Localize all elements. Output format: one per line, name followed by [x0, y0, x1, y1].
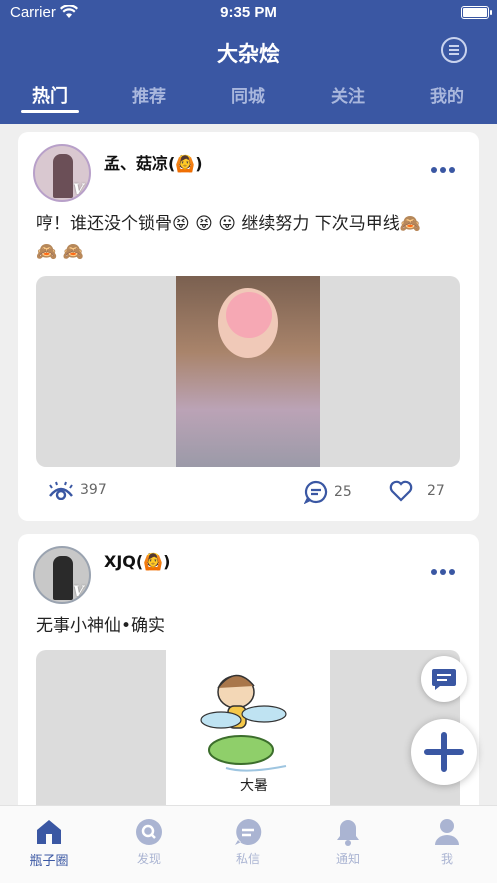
nav-label: 发现 — [136, 852, 161, 866]
nav-messages[interactable]: 私信 — [208, 818, 288, 867]
comment-icon — [304, 480, 328, 504]
avatar[interactable]: V1 — [33, 144, 91, 202]
heart-icon — [389, 480, 413, 502]
like-count: 27 — [427, 483, 445, 499]
active-tab-indicator — [21, 110, 79, 113]
post-text-line: 哼！谁还没个锁骨😝 😝 😛 继续努力 下次马甲线🙈 — [36, 214, 421, 234]
view-count-value: 397 — [80, 482, 107, 498]
nav-label: 通知 — [335, 852, 360, 866]
chat-icon — [235, 818, 262, 845]
view-count: 397 — [48, 480, 107, 500]
tab-hot[interactable]: 热门 — [10, 82, 90, 108]
illustration-image: 大暑 — [166, 650, 330, 830]
search-icon — [136, 819, 162, 845]
nav-label: 我 — [440, 852, 453, 866]
post-text-line: 🙈 🙈 — [36, 242, 84, 262]
tab-recommend[interactable]: 推荐 — [109, 82, 189, 107]
more-options-icon[interactable] — [428, 560, 455, 579]
bottom-nav: 瓶子圈 发现 私信 通知 我 — [0, 805, 497, 883]
create-post-button[interactable] — [411, 719, 477, 785]
post-image[interactable] — [36, 276, 460, 467]
user-icon — [435, 819, 459, 845]
more-options-icon[interactable] — [428, 158, 455, 177]
status-time: 9:35 PM — [220, 4, 277, 21]
status-bar: Carrier 9:35 PM — [0, 0, 497, 26]
post-text-line: 无事小神仙•确实 — [36, 616, 166, 636]
post-image[interactable]: 大暑 — [36, 650, 460, 830]
message-icon — [432, 669, 456, 690]
chat-fab-button[interactable] — [421, 656, 467, 702]
post-card[interactable]: V1 XJQ(🙆) 无事小神仙•确实 大暑 — [18, 534, 479, 830]
vip-badge-icon: V1 — [73, 584, 89, 600]
tab-mine[interactable]: 我的 — [407, 82, 487, 107]
home-icon — [37, 820, 61, 844]
tab-bar: 热门 推荐 同城 关注 我的 — [0, 82, 497, 118]
svg-text:大暑: 大暑 — [240, 778, 268, 794]
nav-bottle-circle[interactable]: 瓶子圈 — [9, 818, 89, 869]
tab-local[interactable]: 同城 — [208, 82, 288, 107]
post-text: 无事小神仙•确实 — [36, 612, 456, 640]
tab-following[interactable]: 关注 — [308, 82, 388, 107]
comment-button[interactable]: 25 — [304, 480, 352, 504]
menu-icon[interactable] — [441, 37, 467, 63]
nav-label: 瓶子圈 — [29, 854, 69, 869]
bell-icon — [337, 820, 359, 846]
post-card[interactable]: V1 孟、菇凉(🙆) 哼！谁还没个锁骨😝 😝 😛 继续努力 下次马甲线🙈 🙈 🙈… — [18, 132, 479, 521]
page-title: 大杂烩 — [217, 42, 280, 66]
avatar[interactable]: V1 — [33, 546, 91, 604]
nav-label: 私信 — [235, 852, 260, 866]
battery-icon — [461, 6, 492, 19]
like-button[interactable]: 27 — [389, 480, 445, 502]
photo-image — [176, 276, 320, 467]
nav-me[interactable]: 我 — [407, 818, 487, 867]
vip-badge-icon: V1 — [73, 182, 89, 198]
eye-icon — [49, 481, 73, 500]
plus-icon — [424, 732, 464, 772]
post-author-name[interactable]: 孟、菇凉(🙆) — [104, 150, 203, 174]
comment-count: 25 — [334, 484, 352, 500]
post-stats: 397 25 27 — [18, 480, 479, 504]
nav-discover[interactable]: 发现 — [109, 818, 189, 867]
top-bar: Carrier 9:35 PM 大杂烩 热门 推荐 同城 关注 我的 — [0, 0, 497, 124]
nav-notifications[interactable]: 通知 — [308, 818, 388, 867]
post-text: 哼！谁还没个锁骨😝 😝 😛 继续努力 下次马甲线🙈 🙈 🙈 — [36, 210, 456, 266]
post-author-name[interactable]: XJQ(🙆) — [104, 552, 170, 571]
